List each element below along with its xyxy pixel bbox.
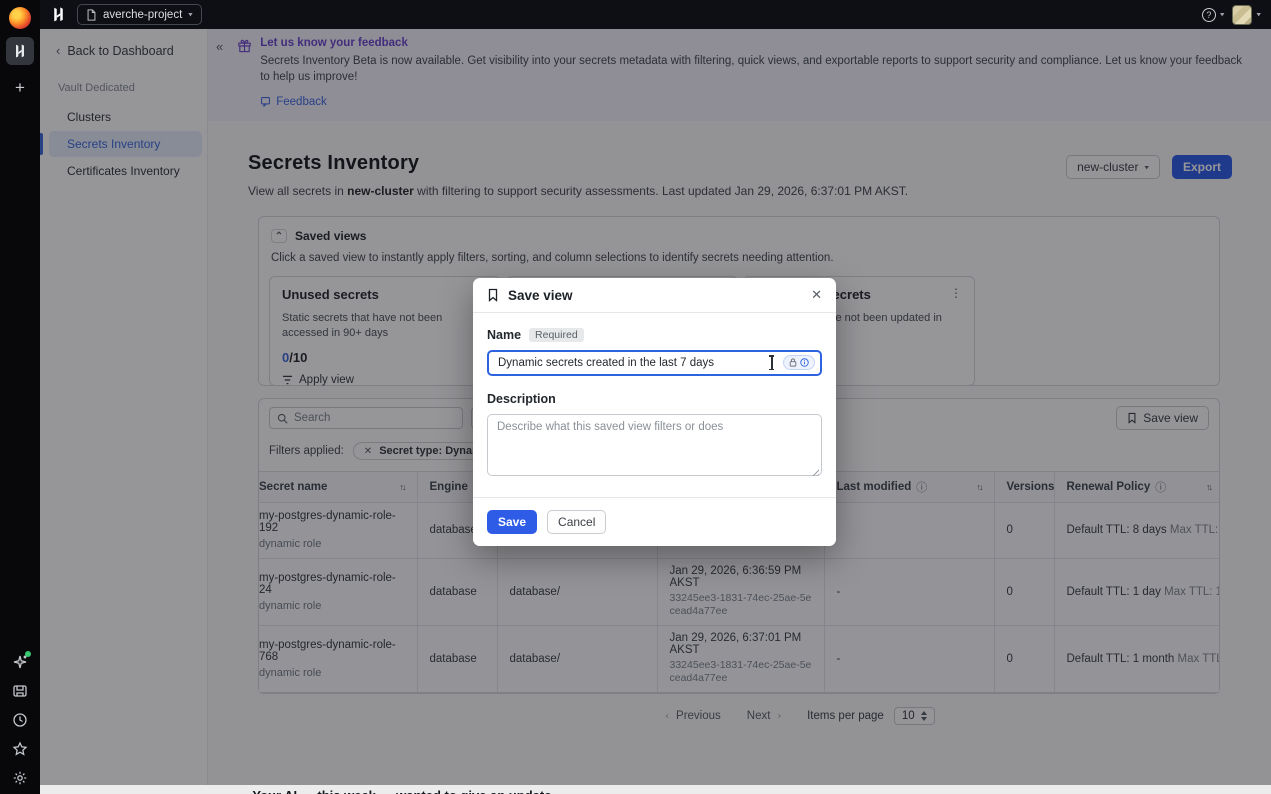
- new-tab-button[interactable]: +: [15, 79, 25, 96]
- description-label: Description: [487, 392, 556, 406]
- save-view-modal: Save view ✕ Name Required: [473, 278, 836, 546]
- view-description-textarea[interactable]: [487, 414, 822, 476]
- chevron-down-icon: ▾: [1220, 10, 1225, 19]
- lock-icon: [789, 358, 797, 367]
- name-label: Name: [487, 328, 521, 342]
- project-selector[interactable]: averche-project ▾: [77, 4, 202, 25]
- avatar: [1232, 5, 1252, 25]
- bookmarks-star-icon[interactable]: [12, 741, 28, 757]
- screen: +: [0, 0, 1271, 794]
- browser-vertical-tabbar: +: [0, 0, 40, 794]
- required-badge: Required: [529, 328, 584, 342]
- user-menu[interactable]: ▾: [1232, 5, 1261, 25]
- hcp-app: averche-project ▾ ? ▾ ▾ ‹ Back to Dashbo: [40, 0, 1271, 785]
- modal-title: Save view: [508, 288, 573, 303]
- save-page-icon[interactable]: [12, 683, 28, 699]
- close-icon[interactable]: ✕: [811, 287, 822, 303]
- chevron-down-icon: ▾: [1256, 10, 1261, 19]
- modal-cancel-button[interactable]: Cancel: [547, 510, 606, 534]
- gear-icon[interactable]: [12, 770, 28, 786]
- status-dot: [25, 651, 31, 657]
- text-cursor: [767, 355, 776, 370]
- top-navbar: averche-project ▾ ? ▾ ▾: [40, 0, 1271, 29]
- help-menu[interactable]: ? ▾: [1202, 8, 1225, 22]
- chevron-down-icon: ▾: [188, 10, 193, 19]
- hashicorp-logo[interactable]: [50, 6, 67, 23]
- history-icon[interactable]: [12, 712, 28, 728]
- help-icon: ?: [1202, 8, 1216, 22]
- firefox-icon[interactable]: [9, 7, 31, 29]
- document-icon: [86, 9, 97, 21]
- bookmark-icon: [487, 288, 499, 302]
- background-window-strip: — Your AI — this week — wanted to give a…: [40, 785, 1271, 794]
- background-window-text: — Your AI — this week — wanted to give a…: [236, 788, 1271, 794]
- project-name: averche-project: [103, 9, 182, 21]
- info-icon: [800, 358, 809, 367]
- password-manager-badge[interactable]: [783, 355, 815, 370]
- modal-save-button[interactable]: Save: [487, 510, 537, 534]
- hcp-tab[interactable]: [6, 37, 34, 65]
- ai-sparkle-icon[interactable]: [12, 654, 28, 670]
- hashicorp-icon: [12, 43, 28, 59]
